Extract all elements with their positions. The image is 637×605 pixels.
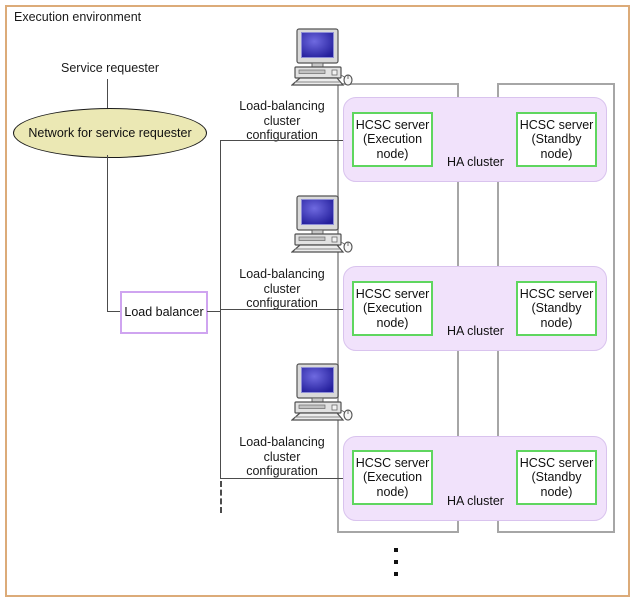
- load-balancer-box[interactable]: Load balancer: [120, 291, 208, 334]
- network-oval-label: Network for service requester: [28, 126, 192, 140]
- server-label: HCSC server (Execution node): [355, 117, 430, 161]
- service-requester-label: Service requester: [61, 61, 159, 75]
- lb-cluster-config-label-row-1: Load-balancing cluster configuration: [239, 99, 325, 142]
- hcsc-server-execution-node-row-2[interactable]: HCSC server (Execution node): [352, 281, 433, 336]
- server-label: HCSC server (Standby node): [519, 286, 594, 330]
- vertical-ellipsis-icon: [394, 548, 398, 584]
- ha-cluster-label-row-2: HA cluster: [447, 324, 504, 338]
- branch-line-row-3: [220, 478, 355, 479]
- server-label: HCSC server (Execution node): [355, 455, 430, 499]
- network-to-balancer-vline: [107, 155, 108, 312]
- desktop-computer-icon: [290, 363, 353, 421]
- hcsc-server-execution-node-row-3[interactable]: HCSC server (Execution node): [352, 450, 433, 505]
- ha-cluster-label-row-3: HA cluster: [447, 494, 504, 508]
- branch-line-row-1: [220, 140, 355, 141]
- hcsc-server-execution-node-row-1[interactable]: HCSC server (Execution node): [352, 112, 433, 167]
- hcsc-server-standby-node-row-1[interactable]: HCSC server (Standby node): [516, 112, 597, 167]
- trunk-dashed-continuation: [220, 481, 222, 513]
- server-label: HCSC server (Execution node): [355, 286, 430, 330]
- hcsc-server-standby-node-row-3[interactable]: HCSC server (Standby node): [516, 450, 597, 505]
- lb-cluster-config-label-row-2: Load-balancing cluster configuration: [239, 267, 325, 310]
- branch-line-row-2: [220, 309, 355, 310]
- desktop-computer-icon: [290, 28, 353, 86]
- load-balancer-label: Load balancer: [124, 305, 204, 319]
- ha-cluster-label-row-1: HA cluster: [447, 155, 504, 169]
- diagram-canvas: Execution environment Service requester …: [0, 0, 637, 605]
- server-label: HCSC server (Standby node): [519, 117, 594, 161]
- execution-environment-title: Execution environment: [14, 10, 142, 24]
- server-label: HCSC server (Standby node): [519, 455, 594, 499]
- lb-cluster-config-label-row-3: Load-balancing cluster configuration: [239, 435, 325, 478]
- network-for-service-requester-oval: Network for service requester: [13, 108, 207, 158]
- balancer-to-trunk-line: [207, 311, 221, 312]
- hcsc-server-standby-node-row-2[interactable]: HCSC server (Standby node): [516, 281, 597, 336]
- desktop-computer-icon: [290, 195, 353, 253]
